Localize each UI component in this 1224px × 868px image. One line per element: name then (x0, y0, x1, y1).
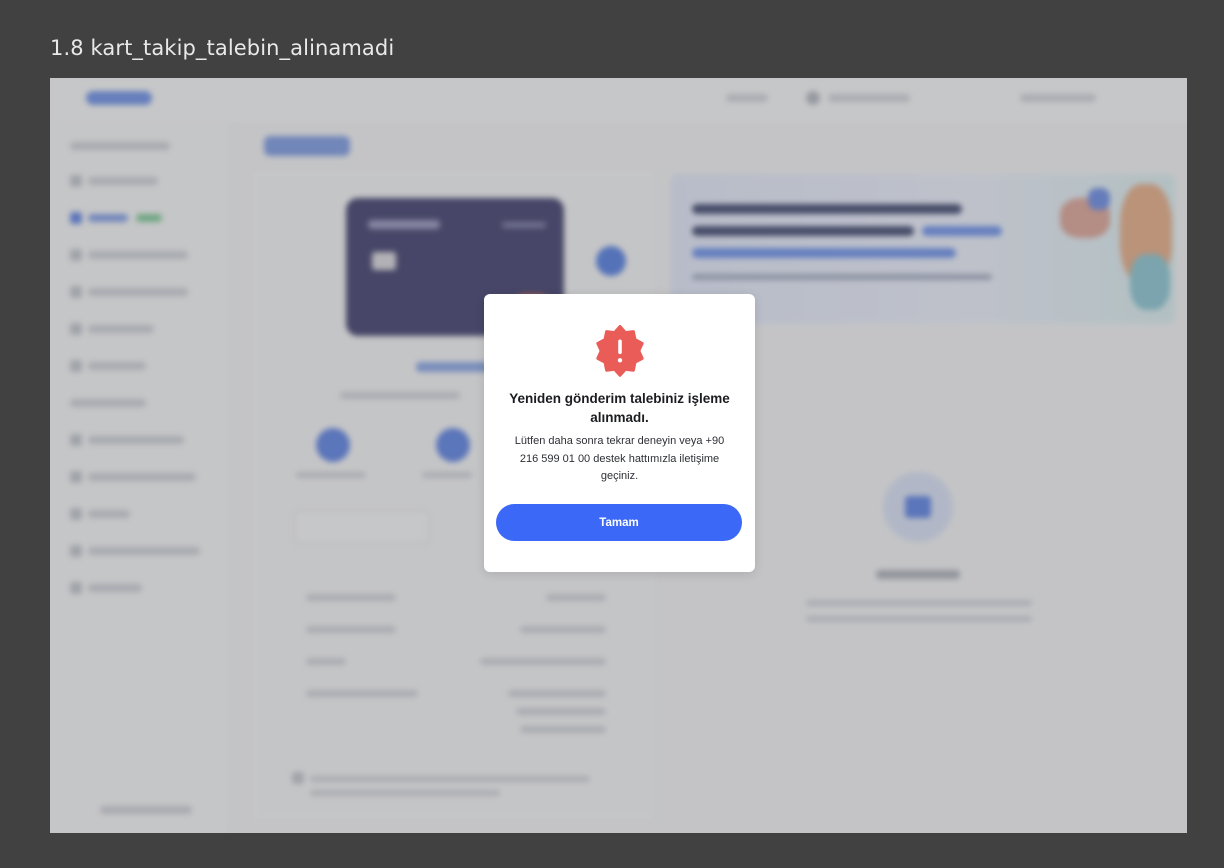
error-dialog: Yeniden gönderim talebiniz işleme alınma… (484, 294, 755, 572)
app-screen: Yeniden gönderim talebiniz işleme alınma… (50, 78, 1187, 833)
alert-badge-icon (596, 325, 644, 377)
confirm-button[interactable]: Tamam (496, 504, 742, 541)
dialog-message: Lütfen daha sonra tekrar deneyin veya +9… (514, 435, 725, 482)
dialog-title: Yeniden gönderim talebiniz işleme alınma… (509, 391, 730, 425)
frame-title: 1.8 kart_takip_talebin_alinamadi (50, 36, 395, 60)
